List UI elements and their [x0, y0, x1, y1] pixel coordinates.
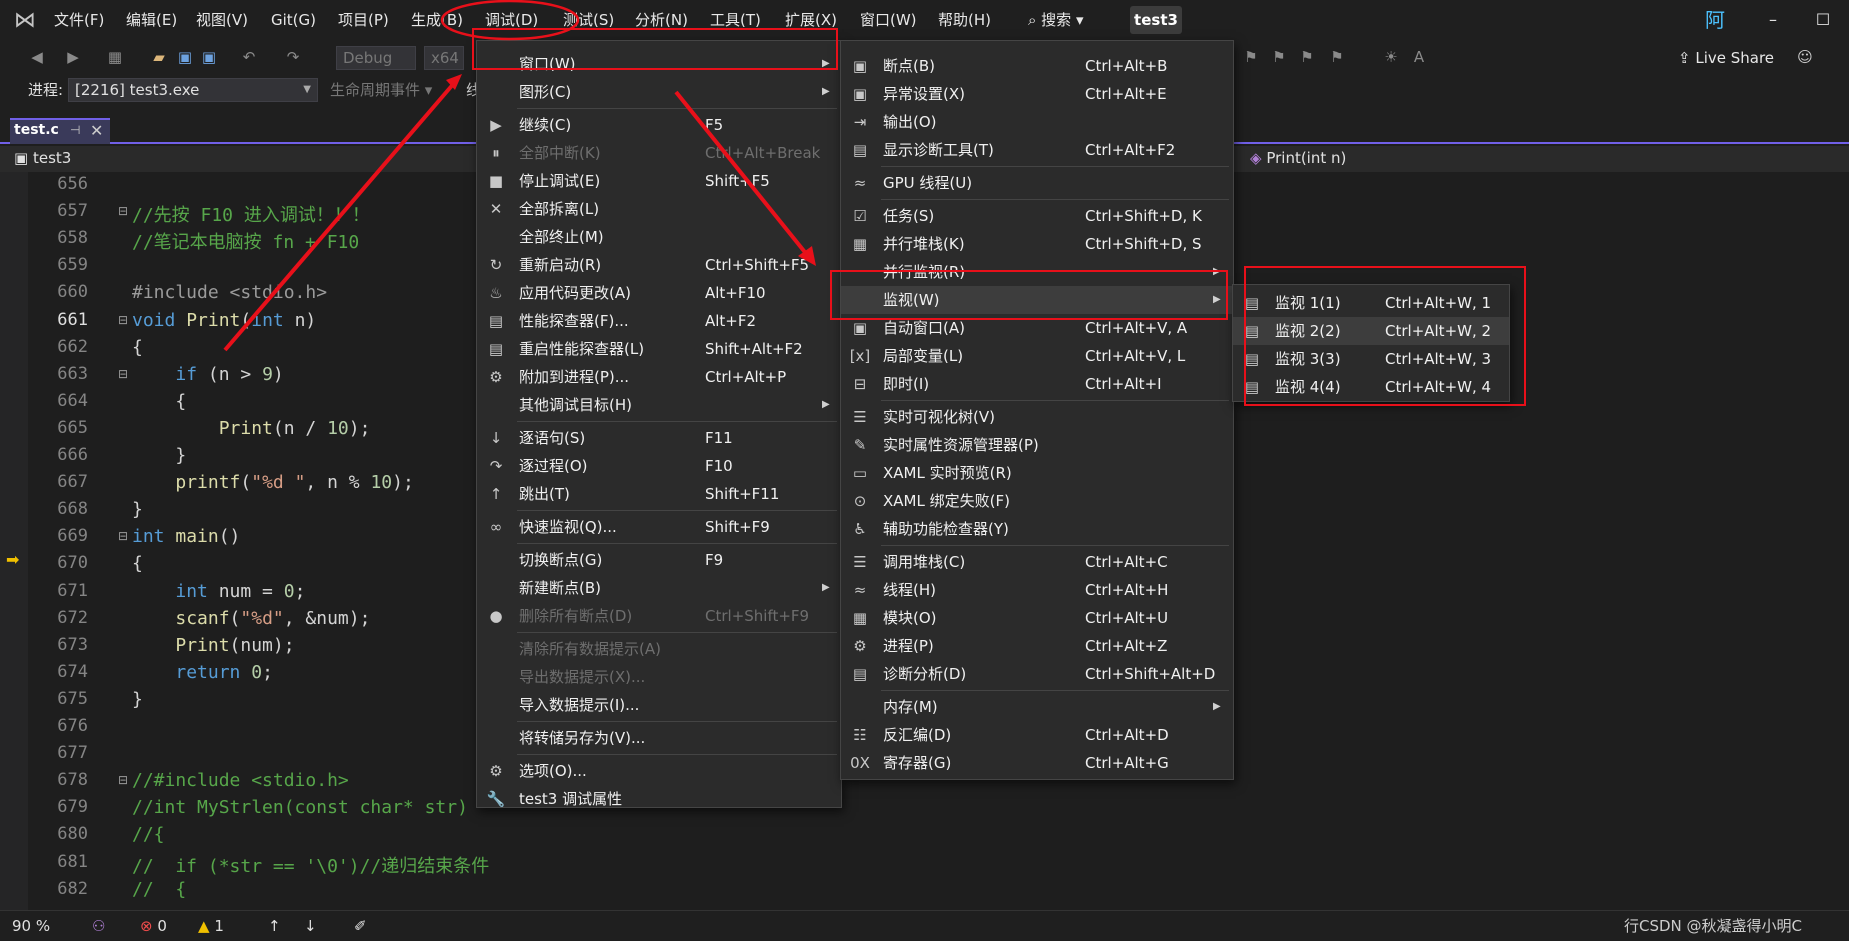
highlight-watch-item	[830, 270, 1228, 320]
arrow-to-window-item	[223, 80, 457, 352]
highlight-watch-submenu	[1244, 266, 1526, 406]
highlight-window-item	[472, 28, 838, 70]
annotation-overlay	[223, 0, 816, 352]
arrow-to-watch-item	[674, 90, 810, 258]
